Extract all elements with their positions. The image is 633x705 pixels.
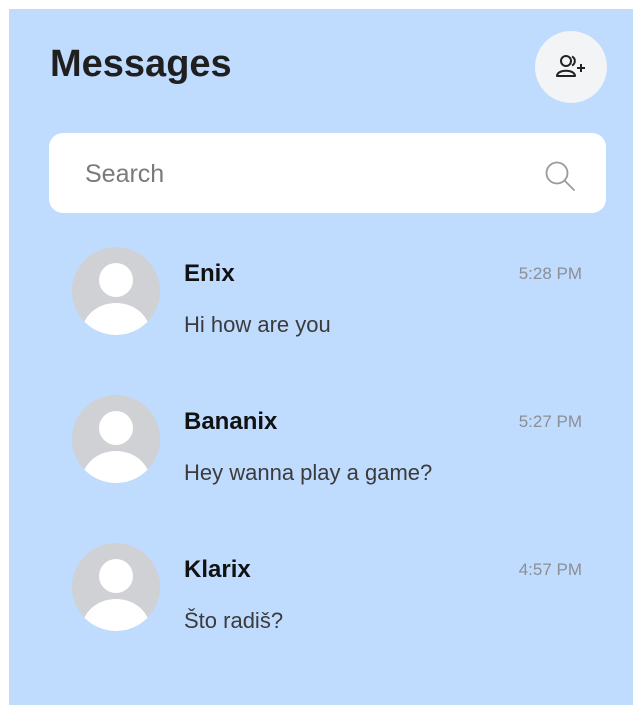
add-user-icon <box>556 55 585 77</box>
search-icon[interactable] <box>543 159 577 193</box>
message-preview: Hey wanna play a game? <box>184 460 433 485</box>
messages-header: Messages <box>9 9 633 119</box>
default-avatar-icon <box>72 395 160 483</box>
message-preview: Hi how are you <box>184 312 331 337</box>
conversation-item[interactable]: Bananix 5:27 PM Hey wanna play a game? <box>9 385 633 533</box>
message-time: 4:57 PM <box>518 560 582 579</box>
default-avatar-icon <box>72 247 160 335</box>
message-time: 5:27 PM <box>518 412 582 431</box>
contact-name: Bananix <box>184 408 278 435</box>
page-title: Messages <box>50 43 232 85</box>
conversation-list: Enix 5:28 PM Hi how are you Bananix 5:27… <box>9 237 633 681</box>
search-input[interactable] <box>83 155 527 193</box>
message-preview: Što radiš? <box>184 608 284 633</box>
add-contact-button[interactable] <box>535 31 607 103</box>
search-box <box>49 133 606 213</box>
contact-name: Klarix <box>184 556 251 583</box>
default-avatar-icon <box>72 543 160 631</box>
conversation-item[interactable]: Klarix 4:57 PM Što radiš? <box>9 533 633 681</box>
conversation-item[interactable]: Enix 5:28 PM Hi how are you <box>9 237 633 385</box>
messages-panel: Messages Enix 5: <box>9 9 633 705</box>
contact-name: Enix <box>184 260 235 287</box>
message-time: 5:28 PM <box>518 264 582 283</box>
